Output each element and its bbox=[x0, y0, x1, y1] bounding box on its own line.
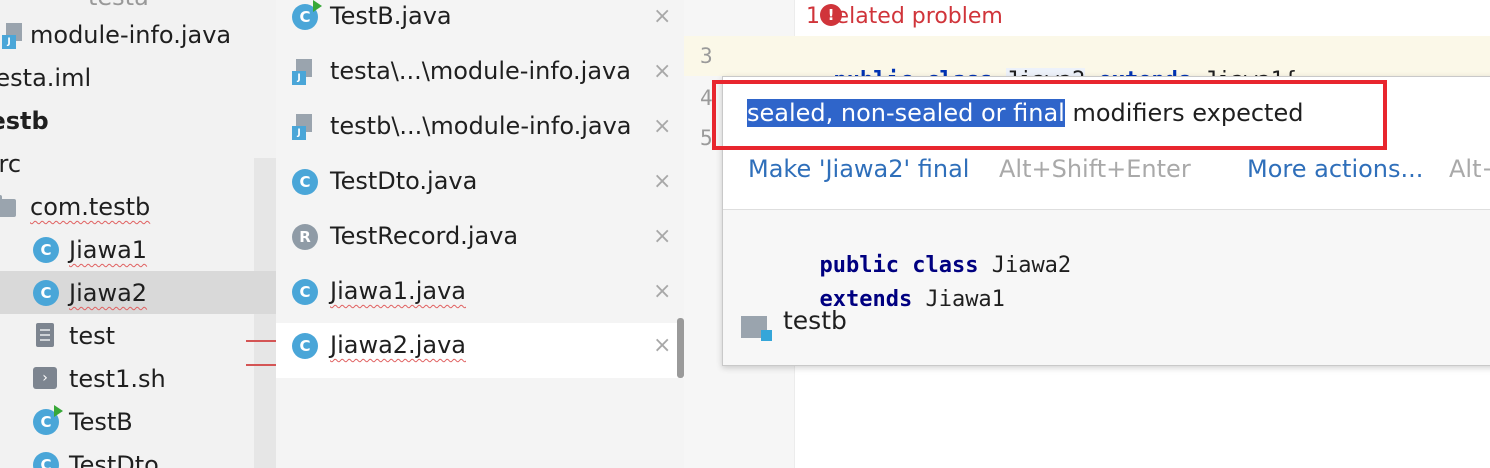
close-icon[interactable]: × bbox=[653, 169, 671, 194]
tab-testa-module-info[interactable]: J testa\...\module-info.java × bbox=[276, 49, 684, 104]
tree-item-testb[interactable]: testb bbox=[0, 99, 276, 142]
tree-item-label: src bbox=[0, 150, 22, 178]
class-icon: C bbox=[33, 237, 59, 263]
tree-item-label: TestB bbox=[69, 408, 133, 436]
line-number: 3 bbox=[700, 44, 713, 68]
line-number: 5 bbox=[700, 126, 713, 150]
make-final-action[interactable]: Make 'Jiawa2' final bbox=[748, 155, 969, 183]
tree-item-label: test bbox=[69, 322, 116, 350]
class-icon: C bbox=[33, 280, 59, 306]
close-icon[interactable]: × bbox=[653, 59, 671, 84]
error-marker bbox=[246, 364, 276, 366]
package-icon bbox=[741, 314, 772, 341]
tab-label: TestDto.java bbox=[330, 167, 478, 195]
line-number: 4 bbox=[700, 86, 713, 110]
close-icon[interactable]: × bbox=[653, 224, 671, 249]
tree-item-label: TestDto bbox=[69, 451, 159, 468]
java-file-icon: J bbox=[292, 114, 314, 140]
tabs-scrollbar-thumb[interactable] bbox=[677, 318, 684, 378]
java-file-icon: J bbox=[2, 23, 24, 49]
class-icon: C bbox=[292, 333, 318, 359]
tab-testb-module-info[interactable]: J testb\...\module-info.java × bbox=[276, 104, 684, 159]
class-icon: C bbox=[292, 169, 318, 195]
tree-item-jiawa2[interactable]: C Jiawa2 bbox=[0, 271, 276, 314]
tab-jiawa2-java[interactable]: C Jiawa2.java × bbox=[276, 323, 684, 378]
tab-testrecord-java[interactable]: R TestRecord.java × bbox=[276, 214, 684, 269]
tree-item-test1-sh[interactable]: › test1.sh bbox=[0, 357, 276, 400]
shell-script-icon: › bbox=[33, 367, 57, 389]
tab-jiawa1-java[interactable]: C Jiawa1.java × bbox=[276, 269, 684, 324]
java-file-icon: J bbox=[292, 59, 314, 85]
fix-shortcut: Alt+Shift+Enter bbox=[999, 155, 1191, 183]
tree-item-jiawa1[interactable]: C Jiawa1 bbox=[0, 228, 276, 271]
doc-package[interactable]: testb bbox=[783, 306, 847, 335]
close-icon[interactable]: × bbox=[653, 114, 671, 139]
tab-label: testb\...\module-info.java bbox=[330, 112, 632, 140]
tab-testdto-java[interactable]: C TestDto.java × bbox=[276, 159, 684, 214]
tab-label: Jiawa1.java bbox=[330, 277, 466, 305]
class-run-icon: C bbox=[292, 0, 322, 30]
tab-label: TestRecord.java bbox=[330, 222, 519, 250]
tree-item-testdto[interactable]: C TestDto bbox=[0, 443, 276, 468]
more-actions-shortcut: Alt+ bbox=[1449, 155, 1490, 183]
tree-item-label: test1.sh bbox=[69, 365, 166, 393]
quick-doc: public class Jiawa2 extends Jiawa1 testb bbox=[723, 210, 1490, 365]
tab-label: testa\...\module-info.java bbox=[330, 57, 631, 85]
tree-item-label: Jiawa2 bbox=[69, 279, 148, 307]
doc-parent-class-link[interactable]: Jiawa1 bbox=[925, 287, 1004, 312]
class-run-icon: C bbox=[33, 405, 63, 435]
open-files-list: C TestB.java × J testa\...\module-info.j… bbox=[276, 0, 685, 468]
tree-item-label: com.testb bbox=[30, 193, 151, 221]
tree-item-label: testb bbox=[0, 107, 49, 135]
text-file-icon bbox=[36, 323, 54, 347]
class-icon: C bbox=[292, 279, 318, 305]
error-marker bbox=[246, 340, 276, 342]
tree-item-testa-iml[interactable]: testa.iml bbox=[0, 56, 276, 99]
record-icon: R bbox=[292, 224, 318, 250]
tree-item-test[interactable]: test bbox=[0, 314, 276, 357]
error-bulb-icon[interactable]: ! bbox=[820, 4, 842, 26]
tree-item-label: testa.iml bbox=[0, 64, 92, 92]
tree-item-module-info[interactable]: J module-info.java bbox=[0, 13, 276, 56]
close-icon[interactable]: × bbox=[653, 4, 671, 29]
tree-item-testb-class[interactable]: C TestB bbox=[0, 400, 276, 443]
close-icon[interactable]: × bbox=[653, 333, 671, 358]
class-icon: C bbox=[33, 452, 59, 468]
annotation-highlight-box bbox=[712, 80, 1387, 150]
tab-testb-java[interactable]: C TestB.java × bbox=[276, 0, 684, 49]
tree-item-com-testb[interactable]: com.testb bbox=[0, 185, 276, 228]
tab-label: Jiawa2.java bbox=[330, 331, 466, 359]
project-tree: testa J module-info.java testa.iml testb… bbox=[0, 0, 276, 468]
tree-item-label: module-info.java bbox=[30, 21, 232, 49]
tree-item-label: Jiawa1 bbox=[69, 236, 148, 264]
doc-signature-line-2: extends Jiawa1 bbox=[740, 262, 1004, 337]
tab-label: TestB.java bbox=[330, 2, 452, 30]
close-icon[interactable]: × bbox=[653, 279, 671, 304]
tree-item-src[interactable]: src bbox=[0, 142, 276, 185]
tree-item-label: testa bbox=[88, 0, 149, 11]
package-icon bbox=[0, 195, 16, 217]
more-actions-link[interactable]: More actions... bbox=[1247, 155, 1423, 183]
